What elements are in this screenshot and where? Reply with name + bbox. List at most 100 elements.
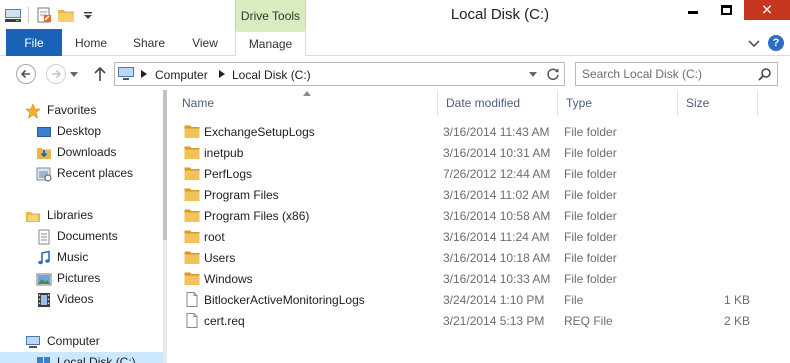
file-name: ExchangeSetupLogs <box>204 125 315 139</box>
folder-icon <box>184 145 200 160</box>
nav-pictures[interactable]: Pictures <box>0 268 163 289</box>
nav-favorites[interactable]: Favorites <box>0 100 163 121</box>
file-name: Users <box>204 251 236 265</box>
recent-locations-icon[interactable] <box>70 72 78 78</box>
properties-icon[interactable] <box>35 6 53 24</box>
nav-libraries[interactable]: Libraries <box>0 205 163 226</box>
file-name: cert.req <box>204 314 245 328</box>
file-type: REQ File <box>564 314 613 328</box>
forward-button[interactable] <box>46 64 66 84</box>
quick-access-toolbar <box>4 4 101 26</box>
drive-window-icon[interactable] <box>4 6 22 24</box>
nav-local-disk[interactable]: Local Disk (C:) <box>0 352 163 363</box>
nav-recent-places[interactable]: Recent places <box>0 163 163 184</box>
search-icon[interactable] <box>758 67 772 81</box>
column-header-size[interactable]: Size <box>678 90 758 116</box>
breadcrumb-separator-icon[interactable] <box>141 70 147 78</box>
file-row[interactable]: PerfLogs 7/26/2012 12:44 AM File folder <box>172 163 790 184</box>
nav-documents-label: Documents <box>57 229 118 243</box>
tab-file[interactable]: File <box>6 29 62 56</box>
breadcrumb-separator-icon[interactable] <box>219 70 225 78</box>
file-date-modified: 3/16/2014 11:24 AM <box>443 230 550 244</box>
tab-home[interactable]: Home <box>68 29 114 56</box>
nav-music-label: Music <box>57 250 89 264</box>
file-name: Program Files (x86) <box>204 209 310 223</box>
file-row[interactable]: Program Files (x86) 3/16/2014 10:58 AM F… <box>172 205 790 226</box>
nav-documents[interactable]: Documents <box>0 226 163 247</box>
file-row[interactable]: Windows 3/16/2014 10:33 AM File folder <box>172 268 790 289</box>
file-type: File folder <box>564 230 617 244</box>
nav-recent-places-label: Recent places <box>57 166 134 180</box>
file-date-modified: 3/16/2014 10:33 AM <box>443 272 551 286</box>
file-name: inetpub <box>204 146 244 160</box>
folder-icon <box>184 124 200 139</box>
file-size: 2 KB <box>723 314 750 328</box>
close-icon: ✕ <box>761 1 773 18</box>
file-row[interactable]: ExchangeSetupLogs 3/16/2014 11:43 AM Fil… <box>172 121 790 142</box>
file-type: File folder <box>564 272 617 286</box>
breadcrumb-local-disk[interactable]: Local Disk (C:) <box>232 68 311 82</box>
tab-share[interactable]: Share <box>124 29 174 56</box>
tab-manage[interactable]: Manage <box>235 29 306 56</box>
downloads-folder-icon <box>37 148 51 159</box>
file-type: File folder <box>564 146 617 160</box>
ribbon-tab-bar: File Home Share View Manage <box>0 29 790 56</box>
folder-icon <box>184 187 200 202</box>
file-name: Windows <box>204 272 253 286</box>
address-history-dropdown-icon[interactable] <box>529 72 537 78</box>
back-arrow-icon <box>20 69 30 79</box>
desktop-icon <box>37 127 51 137</box>
minimize-button[interactable] <box>676 0 710 20</box>
navigation-bar: Computer Local Disk (C:) <box>0 57 790 89</box>
file-icon <box>184 292 200 307</box>
column-header-name[interactable]: Name <box>174 90 438 116</box>
column-header-date-modified[interactable]: Date modified <box>438 90 558 116</box>
file-row[interactable]: inetpub 3/16/2014 10:31 AM File folder <box>172 142 790 163</box>
close-button[interactable]: ✕ <box>744 0 790 20</box>
customize-qat-icon[interactable] <box>79 6 97 24</box>
nav-computer[interactable]: Computer <box>0 331 163 352</box>
file-row[interactable]: BitlockerActiveMonitoringLogs 3/24/2014 … <box>172 289 790 310</box>
nav-videos-label: Videos <box>57 292 94 306</box>
minimize-icon <box>688 11 698 14</box>
recent-places-icon <box>36 167 52 182</box>
file-icon <box>184 313 200 328</box>
file-date-modified: 3/16/2014 11:43 AM <box>443 125 550 139</box>
forward-arrow-icon <box>52 69 62 79</box>
nav-videos[interactable]: Videos <box>0 289 163 310</box>
address-bar[interactable]: Computer Local Disk (C:) <box>114 62 565 86</box>
search-box[interactable] <box>575 62 778 86</box>
file-row[interactable]: root 3/16/2014 11:24 AM File folder <box>172 226 790 247</box>
tab-view[interactable]: View <box>184 29 226 56</box>
nav-desktop-label: Desktop <box>57 124 102 138</box>
file-date-modified: 3/16/2014 10:58 AM <box>443 209 551 223</box>
column-header-type[interactable]: Type <box>558 90 678 116</box>
expand-ribbon-chevron-icon[interactable] <box>746 35 762 51</box>
maximize-button[interactable] <box>710 0 744 20</box>
navigation-pane-scrollbar[interactable] <box>163 90 167 363</box>
nav-music[interactable]: Music <box>0 247 163 268</box>
file-date-modified: 3/16/2014 11:02 AM <box>443 188 550 202</box>
nav-desktop[interactable]: Desktop <box>0 121 163 142</box>
search-input[interactable] <box>582 66 752 82</box>
navigation-pane: Favorites Desktop Downloads Recent place… <box>0 90 163 363</box>
window-title: Local Disk (C:) <box>450 6 550 23</box>
new-folder-icon[interactable] <box>57 6 75 24</box>
breadcrumb-computer[interactable]: Computer <box>155 68 208 82</box>
refresh-icon[interactable] <box>545 66 561 82</box>
file-name: BitlockerActiveMonitoringLogs <box>204 293 365 307</box>
file-row[interactable]: Program Files 3/16/2014 11:02 AM File fo… <box>172 184 790 205</box>
file-row[interactable]: Users 3/16/2014 10:18 AM File folder <box>172 247 790 268</box>
file-row[interactable]: cert.req 3/21/2014 5:13 PM REQ File 2 KB <box>172 310 790 331</box>
help-icon[interactable]: ? <box>768 35 784 51</box>
documents-icon <box>38 229 50 245</box>
computer-icon <box>26 336 40 348</box>
scrollbar-thumb[interactable] <box>163 90 167 240</box>
nav-favorites-label: Favorites <box>47 103 97 117</box>
file-date-modified: 3/16/2014 10:18 AM <box>443 251 551 265</box>
nav-downloads[interactable]: Downloads <box>0 142 163 163</box>
nav-downloads-label: Downloads <box>57 145 117 159</box>
up-arrow-icon[interactable] <box>92 65 108 83</box>
nav-local-disk-label: Local Disk (C:) <box>57 355 136 363</box>
back-button[interactable] <box>16 64 36 84</box>
